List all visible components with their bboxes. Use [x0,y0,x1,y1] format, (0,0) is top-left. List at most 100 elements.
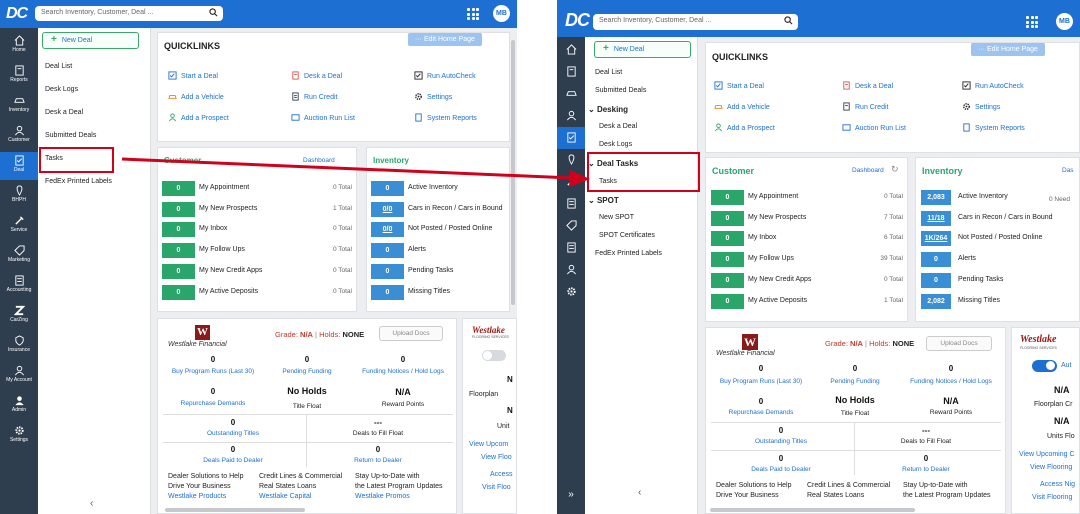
customer-count[interactable]: 0 [162,284,195,300]
horizontal-scrollbar[interactable] [165,508,305,512]
view-upcoming-link[interactable]: View Upcom [469,441,508,448]
customer-count[interactable]: 0 [162,201,195,217]
inventory-count[interactable]: 11/18 [921,210,951,226]
inventory-row[interactable]: 0 Alerts [921,252,1080,268]
quicklink-start-deal[interactable]: Start a Deal [168,71,218,80]
access-link[interactable]: Access [490,471,513,478]
pending-funding-link[interactable]: Pending Funding [810,378,900,385]
funding-notices-link[interactable]: Funding Notices / Hold Logs [354,368,452,375]
rail-item-insurance[interactable]: Insurance [0,332,38,360]
menu-item-desk-a-deal[interactable]: Desk a Deal [45,109,83,116]
paid-link[interactable]: Deals Paid to Dealer [726,466,836,473]
visit-flooring-link[interactable]: Visit Floo [482,484,511,491]
customer-row[interactable]: 0 My Appointment 0 Total [711,190,903,205]
quicklink-run-credit[interactable]: Run Credit [291,92,337,101]
rail-item-customer[interactable] [557,259,585,281]
customer-row[interactable]: 0 My New Credit Apps 0 Total [162,263,352,279]
repurchase-link[interactable]: Repurchase Demands [712,409,810,416]
quicklink-settings[interactable]: Settings [414,92,452,101]
quicklink-add-prospect[interactable]: Add a Prospect [714,123,775,132]
buy-runs-link[interactable]: Buy Program Runs (Last 30) [164,368,262,375]
customer-count[interactable]: 0 [711,210,744,226]
apps-grid-icon[interactable] [467,8,479,20]
rail-item-accounting[interactable]: Accounting [0,272,38,300]
rail-item-inventory[interactable] [557,83,585,105]
paid-link[interactable]: Deals Paid to Dealer [178,457,288,464]
horizontal-scrollbar[interactable] [710,508,915,512]
customer-row[interactable]: 0 My Appointment 0 Total [162,181,352,196]
search-input[interactable]: Search Inventory, Customer, Deal ... [593,14,798,30]
vertical-scrollbar[interactable] [511,40,515,305]
customer-count[interactable]: 0 [162,243,195,259]
search-input[interactable]: Search Inventory, Customer, Deal ... [35,6,223,21]
new-deal-button[interactable]: + New Deal [42,32,139,49]
buy-runs-link[interactable]: Buy Program Runs (Last 30) [712,378,810,385]
inventory-count[interactable]: 0/0 [371,201,404,217]
rail-item-deal[interactable]: Deal [0,152,38,180]
customer-row[interactable]: 0 My New Credit Apps 0 Total [711,272,903,288]
rail-item-carzing[interactable]: CarZing [0,302,38,330]
inventory-row[interactable]: 2,083 Active Inventory [921,190,1080,205]
rail-item-account[interactable]: My Account [0,362,38,390]
edit-home-page-button[interactable]: ··· Edit Home Page [971,43,1045,56]
inventory-count[interactable]: 1K/264 [921,231,951,247]
customer-row[interactable]: 0 My Inbox 0 Total [162,222,352,238]
quicklink-auction-run[interactable]: Auction Run List [842,123,906,132]
inventory-count[interactable]: 0 [371,263,404,279]
rail-item-reports[interactable]: Reports [0,62,38,90]
customer-count[interactable]: 0 [162,222,195,238]
inventory-count[interactable]: 0 [371,243,404,259]
customer-row[interactable]: 0 My Follow Ups 0 Total [162,243,352,259]
menu-item-new-spot[interactable]: New SPOT [599,214,634,221]
refresh-icon[interactable]: ↻ [891,164,899,175]
access-link[interactable]: Access Nig [1040,481,1075,488]
menu-item-desk-a-deal[interactable]: Desk a Deal [599,123,637,130]
menu-group-spot[interactable]: ⌄ SPOT [588,196,619,205]
expand-rail-icon[interactable]: » [557,484,585,506]
quicklink-auction-run[interactable]: Auction Run List [291,113,355,122]
flooring-toggle[interactable] [482,350,506,361]
inventory-row[interactable]: 0 Pending Tasks [371,263,507,279]
menu-item-deal-list[interactable]: Deal List [595,69,622,76]
return-link[interactable]: Return to Dealer [871,466,981,473]
customer-row[interactable]: 0 My New Prospects 1 Total [162,201,352,217]
inventory-row[interactable]: 2,082 Missing Titles [921,293,1080,309]
view-flooring-link[interactable]: View Flooring [1030,464,1072,471]
rail-item-settings[interactable] [557,281,585,303]
rail-item-marketing[interactable]: Marketing [0,242,38,270]
customer-count[interactable]: 0 [711,272,744,288]
rail-item-customer[interactable]: Customer [0,122,38,150]
inventory-count[interactable]: 0 [921,252,951,268]
customer-count[interactable]: 0 [711,231,744,247]
new-deal-button[interactable]: + New Deal [594,41,691,58]
rail-item-bhph[interactable] [557,149,585,171]
customer-row[interactable]: 0 My Follow Ups 39 Total [711,252,903,268]
customer-dashboard-link[interactable]: Dashboard [303,157,335,164]
customer-count[interactable]: 0 [162,263,195,279]
promo1-link[interactable]: Westlake Products [168,493,226,500]
rail-item-bhph[interactable]: BHPH [0,182,38,210]
repurchase-link[interactable]: Repurchase Demands [164,400,262,407]
upload-docs-button[interactable]: Upload Docs [379,326,443,341]
rail-item-accounting[interactable] [557,237,585,259]
rail-item-admin[interactable]: Admin [0,392,38,420]
inventory-row[interactable]: 0/0 Not Posted / Posted Online [371,222,507,238]
promo3-link[interactable]: Westlake Promos [355,493,410,500]
return-link[interactable]: Return to Dealer [323,457,433,464]
rail-item-reports[interactable] [557,61,585,83]
search-icon[interactable] [784,16,793,25]
quicklink-add-prospect[interactable]: Add a Prospect [168,113,229,122]
customer-row[interactable]: 0 My Active Deposits 0 Total [162,284,352,300]
menu-item-fedex-labels[interactable]: FedEx Printed Labels [45,178,112,185]
quicklink-start-deal[interactable]: Start a Deal [714,81,764,90]
inventory-count[interactable]: 0 [921,272,951,288]
quicklink-add-vehicle[interactable]: Add a Vehicle [168,92,224,101]
inventory-row[interactable]: 0/0 Cars in Recon / Cars in Bound [371,201,507,217]
rail-item-inventory[interactable]: Inventory [0,92,38,120]
customer-row[interactable]: 0 My Active Deposits 1 Total [711,293,903,309]
customer-count[interactable]: 0 [162,181,195,196]
rail-item-customer[interactable] [557,105,585,127]
visit-flooring-link[interactable]: Visit Flooring [1032,494,1072,501]
view-upcoming-link[interactable]: View Upcoming C [1019,451,1075,458]
inventory-row[interactable]: 0 Missing Titles [371,284,507,300]
